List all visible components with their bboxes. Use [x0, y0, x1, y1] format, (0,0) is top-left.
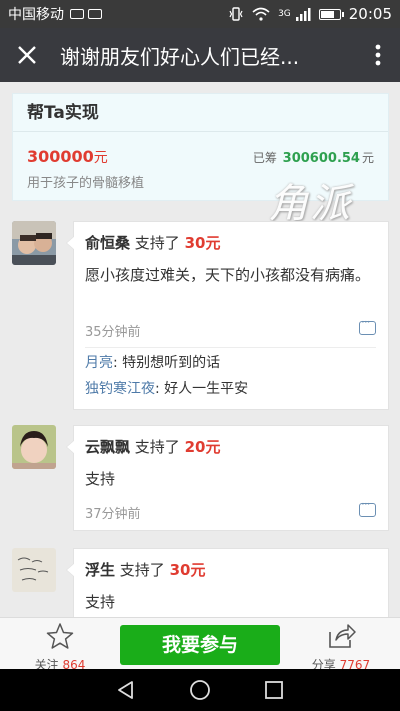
supporter-name[interactable]: 浮生 — [85, 561, 115, 579]
reply-list: 月亮: 特别想听到的话 独钓寒江夜: 好人一生平安 — [85, 347, 376, 402]
reply-text: 特别想听到的话 — [122, 355, 221, 371]
support-header: 浮生 支持了 30元 — [85, 559, 205, 580]
reply-author: 独钓寒江夜 — [85, 381, 155, 397]
title-bar: 谢谢朋友们好心人们已经... — [0, 28, 400, 82]
support-amount: 30元 — [169, 561, 206, 579]
clock: 20:05 — [348, 5, 392, 23]
support-verb: 支持了 — [134, 438, 180, 456]
support-message: 愿小孩度过难关，天下的小孩都没有病痛。 — [85, 266, 371, 284]
bottom-action-bar: 关注 864 我要参与 分享 7767 — [0, 617, 400, 672]
project-purpose: 用于孩子的骨髓移植 — [27, 176, 145, 191]
support-header: 云飘飘 支持了 20元 — [85, 436, 220, 457]
raised-value: 300600.54 — [282, 151, 360, 166]
signal-icon — [295, 8, 311, 21]
support-amount: 20元 — [184, 438, 221, 456]
carrier-label: 中国移动 — [8, 7, 64, 23]
raised-unit: 元 — [361, 151, 374, 165]
support-verb: 支持了 — [119, 561, 165, 579]
status-bar: 中国移动 3G 20:05 — [0, 0, 400, 28]
support-amount: 30元 — [184, 234, 221, 252]
support-message: 支持 — [85, 593, 116, 611]
supporter-name[interactable]: 云飘飘 — [85, 438, 130, 456]
reply-author: 月亮 — [85, 355, 113, 371]
support-message: 支持 — [85, 470, 116, 488]
target-amount-unit: 元 — [93, 150, 108, 166]
home-icon[interactable] — [189, 679, 211, 701]
raised-label: 已筹 — [252, 151, 277, 165]
share-button[interactable]: 分享 7767 — [306, 622, 376, 673]
comment-icon[interactable] — [359, 497, 376, 517]
network-type: 3G — [278, 9, 291, 19]
timestamp: 37分钟前 — [85, 507, 141, 522]
reply-item[interactable]: 独钓寒江夜: 好人一生平安 — [85, 376, 376, 402]
avatar[interactable] — [12, 221, 56, 265]
vibrate-icon — [229, 7, 243, 21]
back-icon[interactable] — [116, 680, 136, 700]
avatar[interactable] — [12, 425, 56, 469]
star-icon — [46, 623, 74, 649]
support-verb: 支持了 — [134, 234, 180, 252]
share-icon — [329, 624, 356, 648]
more-menu-button[interactable] — [356, 28, 400, 82]
supporter-name[interactable]: 俞恒桑 — [85, 234, 130, 252]
timestamp: 35分钟前 — [85, 325, 141, 340]
follow-button[interactable]: 关注 864 — [28, 622, 92, 673]
raised-amount: 已筹 300600.54 元 — [253, 149, 374, 166]
support-card: 俞恒桑 支持了 30元 愿小孩度过难关，天下的小孩都没有病痛。 35分钟前 月亮… — [66, 221, 389, 410]
support-card: 云飘飘 支持了 20元 支持 37分钟前 — [66, 425, 389, 531]
join-button[interactable]: 我要参与 — [120, 625, 280, 665]
target-amount-value: 300000 — [27, 147, 94, 166]
message-icon — [70, 9, 84, 19]
recent-apps-icon[interactable] — [264, 680, 284, 700]
project-heading: 帮Ta实现 — [13, 94, 388, 132]
close-button[interactable] — [0, 28, 54, 82]
support-card: 浮生 支持了 30元 支持 — [66, 548, 389, 628]
more-vertical-icon — [375, 44, 381, 66]
voicemail-icon — [88, 9, 102, 19]
reply-item[interactable]: 月亮: 特别想听到的话 — [85, 350, 376, 376]
wifi-icon — [252, 7, 270, 21]
page-title: 谢谢朋友们好心人们已经... — [60, 44, 300, 69]
battery-icon — [318, 8, 344, 20]
reply-text: 好人一生平安 — [164, 381, 249, 397]
target-amount: 300000元 — [27, 147, 108, 167]
system-nav-bar — [0, 669, 400, 711]
avatar[interactable] — [12, 548, 56, 592]
close-icon — [18, 46, 36, 64]
support-header: 俞恒桑 支持了 30元 — [85, 232, 220, 253]
comment-icon[interactable] — [359, 315, 376, 335]
